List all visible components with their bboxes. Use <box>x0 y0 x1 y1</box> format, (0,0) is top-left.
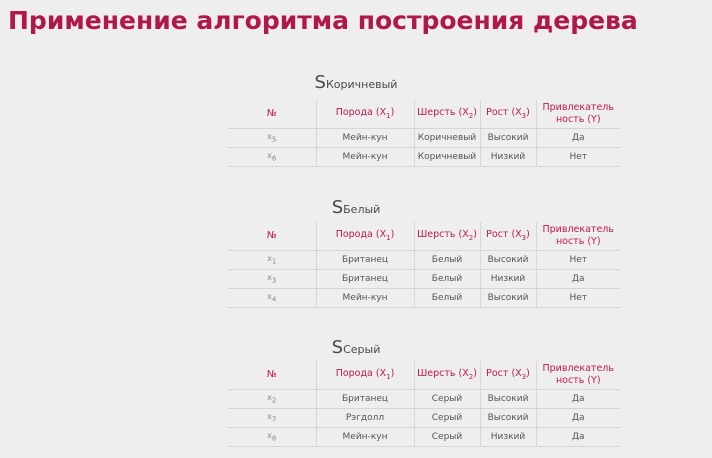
row-id: x5 <box>228 128 317 148</box>
cell-fur: Коричневый <box>414 147 481 167</box>
subset-title-sub: Коричневый <box>325 78 398 91</box>
header-height: Рост (X3) <box>480 222 537 251</box>
subset-table-white: № Порода (X1) Шерсть (X2) Рост (X3) Прив… <box>228 222 620 308</box>
cell-fur: Серый <box>414 389 481 409</box>
row-id: x8 <box>228 427 317 447</box>
cell-height: Высокий <box>480 250 537 270</box>
cell-fur: Белый <box>414 250 481 270</box>
cell-y: Да <box>536 269 620 289</box>
table-header-row: № Порода (X1) Шерсть (X2) Рост (X3) Прив… <box>228 361 620 390</box>
cell-height: Высокий <box>480 408 537 428</box>
header-num: № <box>228 361 317 390</box>
row-id: x7 <box>228 408 317 428</box>
cell-fur: Белый <box>414 288 481 308</box>
header-attractiveness: Привлекатель ность (Y) <box>536 100 620 129</box>
cell-fur: Коричневый <box>414 128 481 148</box>
table-row: x5 Мейн-кун Коричневый Высокий Да <box>228 128 620 148</box>
cell-fur: Серый <box>414 408 481 428</box>
subset-title-white: SБелый <box>0 197 712 218</box>
cell-height: Высокий <box>480 128 537 148</box>
cell-y: Нет <box>536 147 620 167</box>
header-fur: Шерсть (X2) <box>414 361 481 390</box>
header-num: № <box>228 100 317 129</box>
subset-table-gray: № Порода (X1) Шерсть (X2) Рост (X3) Прив… <box>228 361 620 447</box>
slide-title: Применение алгоритма построения дерева <box>8 6 638 35</box>
cell-breed: Британец <box>316 250 415 270</box>
row-id: x6 <box>228 147 317 167</box>
header-fur: Шерсть (X2) <box>414 100 481 129</box>
row-id: x1 <box>228 250 317 270</box>
cell-y: Нет <box>536 288 620 308</box>
cell-breed: Мейн-кун <box>316 288 415 308</box>
header-height: Рост (X3) <box>480 361 537 390</box>
subset-table-brown: № Порода (X1) Шерсть (X2) Рост (X3) Прив… <box>228 100 620 167</box>
table-row: x4 Мейн-кун Белый Высокий Нет <box>228 288 620 308</box>
cell-y: Да <box>536 427 620 447</box>
cell-breed: Мейн-кун <box>316 147 415 167</box>
row-id: x3 <box>228 269 317 289</box>
subset-title-main: S <box>331 197 344 218</box>
row-id: x4 <box>228 288 317 308</box>
header-fur: Шерсть (X2) <box>414 222 481 251</box>
cell-y: Нет <box>536 250 620 270</box>
slide: Применение алгоритма построения дерева S… <box>0 0 712 458</box>
subset-title-sub: Белый <box>343 203 381 216</box>
table-row: x1 Британец Белый Высокий Нет <box>228 250 620 270</box>
table-row: x6 Мейн-кун Коричневый Низкий Нет <box>228 147 620 167</box>
cell-fur: Серый <box>414 427 481 447</box>
subset-title-brown: SКоричневый <box>0 72 712 93</box>
table-row: x8 Мейн-кун Серый Низкий Да <box>228 427 620 447</box>
cell-height: Низкий <box>480 269 537 289</box>
subset-title-sub: Серый <box>343 343 381 356</box>
subset-title-gray: SСерый <box>0 337 712 358</box>
header-breed: Порода (X1) <box>316 222 415 251</box>
cell-height: Низкий <box>480 147 537 167</box>
cell-height: Высокий <box>480 288 537 308</box>
cell-y: Да <box>536 128 620 148</box>
row-id: x2 <box>228 389 317 409</box>
subset-title-main: S <box>331 337 344 358</box>
cell-breed: Мейн-кун <box>316 128 415 148</box>
header-num: № <box>228 222 317 251</box>
header-attractiveness: Привлекатель ность (Y) <box>536 222 620 251</box>
cell-y: Да <box>536 389 620 409</box>
header-breed: Порода (X1) <box>316 361 415 390</box>
cell-breed: Британец <box>316 269 415 289</box>
cell-breed: Рэгдолл <box>316 408 415 428</box>
cell-y: Да <box>536 408 620 428</box>
table-row: x7 Рэгдолл Серый Высокий Да <box>228 408 620 428</box>
cell-breed: Британец <box>316 389 415 409</box>
header-height: Рост (X3) <box>480 100 537 129</box>
header-attractiveness: Привлекатель ность (Y) <box>536 361 620 390</box>
cell-breed: Мейн-кун <box>316 427 415 447</box>
cell-fur: Белый <box>414 269 481 289</box>
header-breed: Порода (X1) <box>316 100 415 129</box>
cell-height: Высокий <box>480 389 537 409</box>
table-header-row: № Порода (X1) Шерсть (X2) Рост (X3) Прив… <box>228 100 620 129</box>
table-row: x3 Британец Белый Низкий Да <box>228 269 620 289</box>
table-row: x2 Британец Серый Высокий Да <box>228 389 620 409</box>
table-header-row: № Порода (X1) Шерсть (X2) Рост (X3) Прив… <box>228 222 620 251</box>
subset-title-main: S <box>314 72 326 93</box>
cell-height: Низкий <box>480 427 537 447</box>
